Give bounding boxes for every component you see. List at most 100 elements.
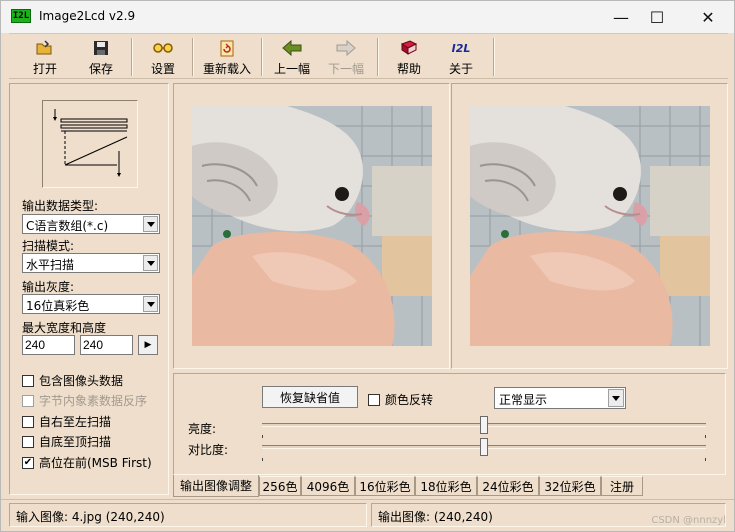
chevron-down-icon[interactable] [143, 296, 158, 312]
include-header-label: 包含图像头数据 [39, 374, 124, 388]
contrast-label: 对比度: [188, 443, 229, 457]
title-bar[interactable]: I2L Image2Lcd v2.9 — ☐ ✕ [1, 1, 734, 33]
previous-image-button[interactable]: 上一幅 [267, 36, 317, 78]
close-button[interactable]: ✕ [685, 1, 731, 33]
output-image-preview [470, 106, 710, 346]
input-image-status: 输入图像: 4.jpg (240,240) [9, 503, 367, 527]
gray-level-value: 16位真彩色 [26, 299, 90, 313]
toolbar-separator [261, 38, 263, 76]
gray-level-label: 输出灰度: [22, 280, 75, 294]
gray-level-select[interactable]: 16位真彩色 [22, 294, 160, 314]
msb-first-checkbox[interactable]: ✔ 高位在前(MSB First) [22, 454, 152, 471]
max-size-label: 最大宽度和高度 [22, 321, 107, 335]
reload-document-icon [216, 38, 238, 58]
watermark-text: CSDN @nnnzyl [651, 515, 726, 526]
apply-size-button[interactable]: ▶ [138, 335, 158, 355]
previous-image-label: 上一幅 [273, 62, 310, 76]
save-button[interactable]: 保存 [79, 36, 123, 78]
play-icon: ▶ [144, 340, 152, 350]
next-image-button[interactable]: 下一幅 [321, 36, 371, 78]
settings-label: 设置 [150, 62, 175, 76]
display-mode-value: 正常显示 [499, 393, 548, 407]
brightness-slider-thumb[interactable] [480, 416, 488, 434]
restore-default-button[interactable]: 恢复缺省值 [262, 386, 358, 408]
settings-button[interactable]: 设置 [141, 36, 185, 78]
toolbar-separator [493, 38, 495, 76]
invert-color-label: 颜色反转 [385, 393, 434, 407]
settings-panel: 输出数据类型: C语言数组(*.c) 扫描模式: 水平扫描 输出灰度: 16位真… [9, 83, 169, 495]
checkbox-box[interactable]: ✔ [22, 456, 34, 469]
msb-first-label: 高位在前(MSB First) [39, 456, 152, 470]
slider-tick [705, 435, 706, 438]
app-window: I2L Image2Lcd v2.9 — ☐ ✕ 打开 保存 设置 重新载入 上… [0, 0, 735, 532]
i2l-logo-icon: I2L [451, 41, 471, 55]
tab-16bit-color[interactable]: 16位彩色 [355, 476, 415, 496]
scan-mode-label: 扫描模式: [22, 239, 75, 253]
about-button[interactable]: I2L 关于 [439, 36, 483, 78]
reverse-byte-pixels-label: 字节内象素数据反序 [39, 394, 148, 408]
scan-mode-value: 水平扫描 [26, 258, 75, 272]
reload-button[interactable]: 重新载入 [199, 36, 255, 78]
arrow-left-icon [281, 38, 303, 58]
tab-4096-color[interactable]: 4096色 [301, 476, 355, 496]
input-image-preview [192, 106, 432, 346]
save-label: 保存 [88, 62, 113, 76]
glasses-icon [152, 38, 174, 58]
app-logo-icon: I2L [11, 9, 31, 23]
maximize-button[interactable]: ☐ [634, 1, 680, 33]
output-image-panel [451, 83, 728, 369]
reverse-byte-pixels-checkbox[interactable]: 字节内象素数据反序 [22, 392, 147, 409]
tab-24bit-color[interactable]: 24位彩色 [477, 476, 539, 496]
tab-register[interactable]: 注册 [601, 476, 643, 496]
toolbar-separator [131, 38, 133, 76]
checkbox-box[interactable] [22, 435, 34, 448]
brightness-label: 亮度: [188, 422, 217, 436]
output-type-select[interactable]: C语言数组(*.c) [22, 214, 160, 234]
include-header-checkbox[interactable]: 包含图像头数据 [22, 372, 123, 389]
help-button[interactable]: 帮助 [387, 36, 431, 78]
scan-mode-select[interactable]: 水平扫描 [22, 253, 160, 273]
open-button[interactable]: 打开 [23, 36, 67, 78]
checkbox-box[interactable] [22, 415, 34, 428]
status-bar: 输入图像: 4.jpg (240,240) 输出图像: (240,240) [1, 499, 734, 531]
output-type-label: 输出数据类型: [22, 199, 99, 213]
scan-right-to-left-checkbox[interactable]: 自右至左扫描 [22, 413, 111, 430]
scan-bottom-to-top-checkbox[interactable]: 自底至顶扫描 [22, 433, 111, 450]
display-mode-select[interactable]: 正常显示 [494, 387, 626, 409]
next-image-label: 下一幅 [327, 62, 364, 76]
reload-label: 重新载入 [202, 62, 251, 76]
tab-32bit-color[interactable]: 32位彩色 [539, 476, 601, 496]
slider-tick [262, 458, 263, 461]
toolbar-separator [192, 38, 194, 76]
chevron-down-icon[interactable] [143, 216, 158, 232]
tab-256-color[interactable]: 256色 [259, 476, 301, 496]
window-title: Image2Lcd v2.9 [39, 9, 136, 23]
slider-tick [262, 435, 263, 438]
max-height-input[interactable] [80, 335, 133, 355]
scan-right-to-left-label: 自右至左扫描 [39, 415, 112, 429]
chevron-down-icon[interactable] [143, 255, 158, 271]
contrast-slider-thumb[interactable] [480, 438, 488, 456]
help-label: 帮助 [396, 62, 421, 76]
max-width-input[interactable] [22, 335, 75, 355]
chevron-down-icon[interactable] [608, 389, 624, 407]
open-label: 打开 [32, 62, 57, 76]
tab-output-adjust[interactable]: 输出图像调整 [173, 475, 259, 497]
tab-18bit-color[interactable]: 18位彩色 [415, 476, 477, 496]
toolbar-separator [377, 38, 379, 76]
help-book-icon [398, 38, 420, 58]
floppy-disk-icon [90, 38, 112, 58]
checkbox-box[interactable] [22, 394, 34, 407]
output-type-value: C语言数组(*.c) [26, 219, 109, 233]
slider-tick [705, 458, 706, 461]
checkbox-box[interactable] [368, 393, 380, 406]
about-label: 关于 [448, 62, 473, 76]
checkbox-box[interactable] [22, 374, 34, 387]
scan-bottom-to-top-label: 自底至顶扫描 [39, 435, 112, 449]
input-image-panel [173, 83, 450, 369]
invert-color-checkbox[interactable]: 颜色反转 [368, 391, 433, 408]
arrow-right-icon [335, 38, 357, 58]
scan-direction-diagram [42, 100, 138, 188]
image-adjust-panel: 恢复缺省值 颜色反转 正常显示 亮度: 对比度: [173, 373, 726, 475]
open-folder-icon [34, 38, 56, 58]
